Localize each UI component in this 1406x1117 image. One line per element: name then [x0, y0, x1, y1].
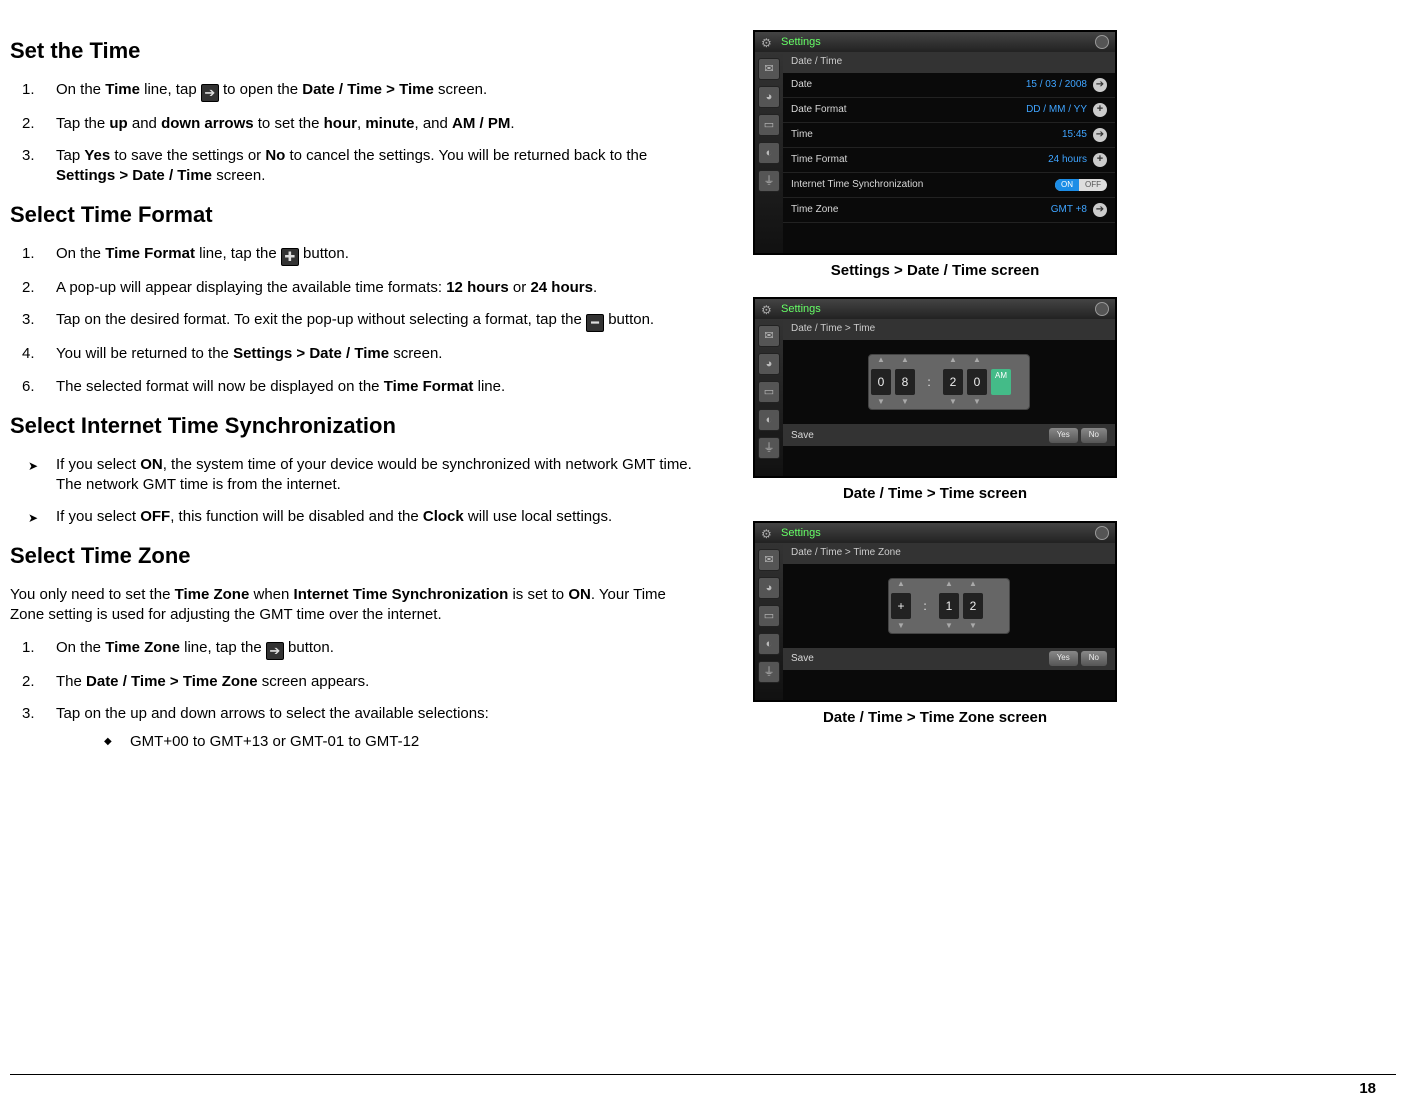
heading-time-zone: Select Time Zone	[10, 541, 700, 571]
step: 1. On the Time Format line, tap the ✚ bu…	[52, 244, 700, 266]
sidebar-icon[interactable]: ▭	[758, 381, 780, 403]
row-label: Date Format	[791, 103, 847, 117]
sidebar-icon[interactable]: ◐	[758, 142, 780, 164]
arrow-icon[interactable]: ➔	[1093, 78, 1107, 92]
arrow-icon[interactable]: ➔	[1093, 203, 1107, 217]
step: 3. Tap on the desired format. To exit th…	[52, 310, 700, 332]
row-label: Internet Time Synchronization	[791, 178, 923, 192]
sidebar-icon[interactable]: ✉	[758, 549, 780, 571]
settings-row[interactable]: Time 15:45 ➔	[783, 123, 1115, 148]
row-label: Date	[791, 78, 812, 92]
step: 2. A pop-up will appear displaying the a…	[52, 278, 700, 298]
heading-internet-sync: Select Internet Time Synchronization	[10, 411, 700, 441]
plus-icon[interactable]: +	[1093, 153, 1107, 167]
figure-time: ⚙ Settings ✉ ◕ ▭ ◐ ⏚ Date / Time > Time ▲…	[740, 297, 1130, 504]
yes-button[interactable]: Yes	[1049, 651, 1078, 666]
step: 1. On the Time Zone line, tap the ➔ butt…	[52, 638, 700, 660]
spinner-digit[interactable]: ▲2▼	[961, 579, 985, 633]
plus-icon[interactable]: +	[1093, 103, 1107, 117]
intro-text: You only need to set the Time Zone when …	[10, 585, 700, 626]
step: 3. Tap on the up and down arrows to sele…	[52, 704, 700, 753]
step: 1. On the Time line, tap ➔ to open the D…	[52, 80, 700, 102]
step: 3. Tap Yes to save the settings or No to…	[52, 146, 700, 187]
close-icon[interactable]	[1095, 35, 1109, 49]
no-button[interactable]: No	[1081, 651, 1107, 666]
sidebar-icon[interactable]: ✉	[758, 325, 780, 347]
breadcrumb: Date / Time	[783, 52, 1115, 73]
settings-row[interactable]: Time Format 24 hours +	[783, 148, 1115, 173]
sidebar-icon[interactable]: ◕	[758, 577, 780, 599]
step: 6. The selected format will now be displ…	[52, 377, 700, 397]
bullet: If you select OFF, this function will be…	[52, 507, 700, 527]
spinner-digit[interactable]: ▲+▼	[889, 579, 913, 633]
spinner-digit[interactable]: ▲1▼	[937, 579, 961, 633]
save-label: Save	[791, 429, 814, 443]
sidebar-icon[interactable]: ▭	[758, 114, 780, 136]
row-value: GMT +8	[1051, 203, 1087, 217]
sidebar-icon[interactable]: ✉	[758, 58, 780, 80]
sidebar-icon[interactable]: ⏚	[758, 661, 780, 683]
settings-row[interactable]: Date Format DD / MM / YY +	[783, 98, 1115, 123]
gear-icon: ⚙	[761, 35, 772, 51]
minus-icon: ━	[586, 314, 604, 332]
figure-timezone: ⚙ Settings ✉ ◕ ▭ ◐ ⏚ Date / Time > Time Z…	[740, 521, 1130, 728]
close-icon[interactable]	[1095, 526, 1109, 540]
spinner-digit[interactable]: ▲2▼	[941, 355, 965, 409]
row-label: Time Zone	[791, 203, 838, 217]
settings-row[interactable]: Date 15 / 03 / 2008 ➔	[783, 73, 1115, 98]
figure-caption: Date / Time > Time screen	[740, 484, 1130, 504]
step: 2. The Date / Time > Time Zone screen ap…	[52, 672, 700, 692]
spinner-digit[interactable]: ▲8▼	[893, 355, 917, 409]
row-label: Time	[791, 128, 813, 142]
spinner-digit[interactable]: ▲0▼	[965, 355, 989, 409]
breadcrumb: Date / Time > Time Zone	[783, 543, 1115, 564]
shot-title: Settings	[781, 302, 821, 317]
heading-time-format: Select Time Format	[10, 200, 700, 230]
sidebar-icon[interactable]: ◐	[758, 409, 780, 431]
shot-title: Settings	[781, 35, 821, 50]
sidebar-icon[interactable]: ⏚	[758, 170, 780, 192]
row-label: Time Format	[791, 153, 847, 167]
page-number: 18	[10, 1074, 1396, 1099]
sidebar-icon[interactable]: ▭	[758, 605, 780, 627]
sub-bullet: GMT+00 to GMT+13 or GMT-01 to GMT-12	[126, 732, 700, 752]
arrow-icon: ➔	[266, 642, 284, 660]
spinner-digit[interactable]: ▲0▼	[869, 355, 893, 409]
sidebar-icon[interactable]: ◐	[758, 633, 780, 655]
step: 4. You will be returned to the Settings …	[52, 344, 700, 364]
sidebar-icon[interactable]: ◕	[758, 353, 780, 375]
arrow-icon[interactable]: ➔	[1093, 128, 1107, 142]
breadcrumb: Date / Time > Time	[783, 319, 1115, 340]
spinner-ampm[interactable]: AM	[989, 355, 1013, 409]
settings-row[interactable]: Time Zone GMT +8 ➔	[783, 198, 1115, 223]
heading-set-time: Set the Time	[10, 36, 700, 66]
spinner-digit[interactable]: :	[917, 355, 941, 409]
row-value: DD / MM / YY	[1026, 103, 1087, 117]
no-button[interactable]: No	[1081, 428, 1107, 443]
figure-caption: Settings > Date / Time screen	[740, 261, 1130, 281]
spinner-digit[interactable]: :	[913, 579, 937, 633]
step: 2. Tap the up and down arrows to set the…	[52, 114, 700, 134]
row-value: 15:45	[1062, 128, 1087, 142]
yes-button[interactable]: Yes	[1049, 428, 1078, 443]
row-value: 24 hours	[1048, 153, 1087, 167]
gear-icon: ⚙	[761, 526, 772, 542]
figure-caption: Date / Time > Time Zone screen	[740, 708, 1130, 728]
figure-settings-datetime: ⚙ Settings ✉ ◕ ▭ ◐ ⏚ Date / Time Date 15 /…	[740, 30, 1130, 281]
shot-title: Settings	[781, 526, 821, 541]
gear-icon: ⚙	[761, 302, 772, 318]
arrow-icon: ➔	[201, 84, 219, 102]
settings-row[interactable]: Internet Time Synchronization ONOFF	[783, 173, 1115, 198]
sidebar-icon[interactable]: ⏚	[758, 437, 780, 459]
row-value: 15 / 03 / 2008	[1026, 78, 1087, 92]
toggle[interactable]: ONOFF	[1055, 179, 1107, 192]
close-icon[interactable]	[1095, 302, 1109, 316]
bullet: If you select ON, the system time of you…	[52, 455, 700, 496]
sidebar-icon[interactable]: ◕	[758, 86, 780, 108]
save-label: Save	[791, 652, 814, 666]
plus-icon: ✚	[281, 248, 299, 266]
